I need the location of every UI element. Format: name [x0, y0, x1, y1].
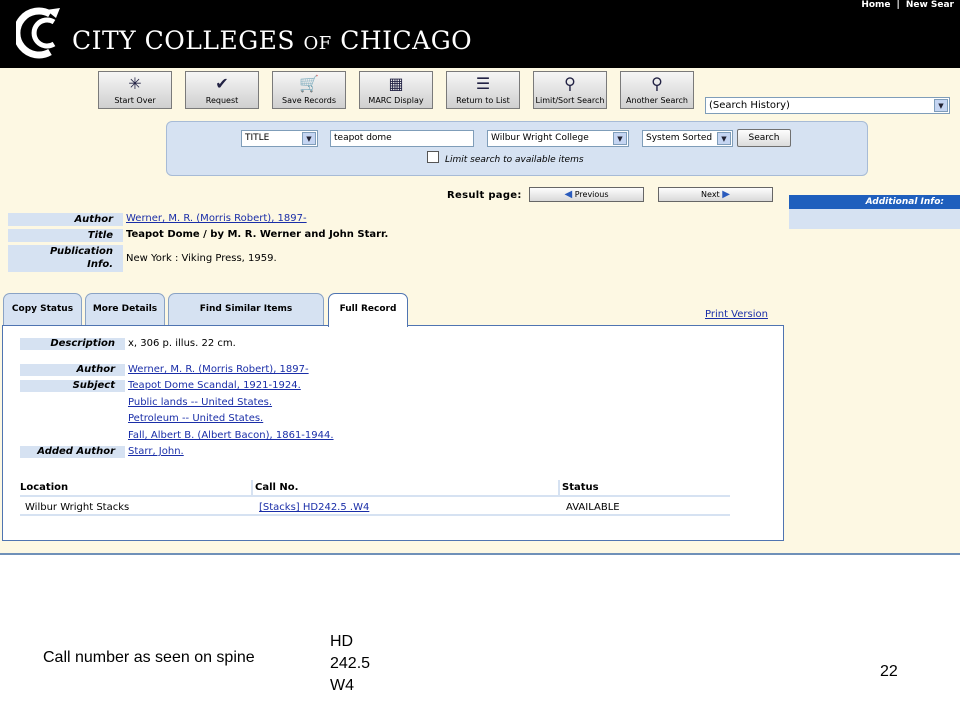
next-button[interactable]: Next ▶: [658, 187, 773, 202]
subject-link[interactable]: Teapot Dome Scandal, 1921-1924.: [128, 380, 301, 392]
spine-line: 242.5: [330, 655, 371, 672]
site-logo-text: CITY COLLEGES OF CHICAGO: [72, 26, 472, 55]
marc-icon: ▦: [388, 74, 404, 93]
added-author-link[interactable]: Starr, John.: [128, 446, 184, 458]
spine-line: HD: [330, 633, 354, 650]
next-label: Next: [701, 190, 720, 199]
return-list-icon: ☰: [475, 74, 491, 93]
logo-main: CITY COLLEGES: [72, 26, 296, 55]
limit-available-checkbox[interactable]: [427, 151, 439, 163]
search-query: teapot dome: [334, 133, 392, 143]
top-link-separator: |: [896, 0, 900, 10]
start-over-label: Start Over: [114, 96, 156, 105]
search-type-select[interactable]: TITLE ▼: [241, 130, 318, 147]
bib-title-value: Teapot Dome / by M. R. Werner and John S…: [126, 229, 389, 240]
print-version-link[interactable]: Print Version: [705, 309, 768, 320]
tab-full-record[interactable]: Full Record: [328, 293, 408, 327]
chevron-down-icon: ▼: [934, 99, 948, 112]
arrow-left-icon: ◀: [564, 189, 573, 200]
search-history-select[interactable]: (Search History) ▼: [705, 97, 950, 114]
description-value: x, 306 p. illus. 22 cm.: [128, 338, 236, 349]
site-header: CITY COLLEGES OF CHICAGO Home | New Sear: [0, 0, 960, 68]
holdings-header-call-no: Call No.: [255, 482, 299, 493]
bib-publication-value: New York : Viking Press, 1959.: [126, 253, 277, 264]
chevron-down-icon: ▼: [302, 132, 316, 145]
cart-icon: 🛒: [299, 74, 319, 93]
limit-sort-button[interactable]: ⚲ Limit/Sort Search: [533, 71, 607, 109]
spine-call-number: HD 242.5 W4: [330, 631, 370, 697]
marc-display-button[interactable]: ▦ MARC Display: [359, 71, 433, 109]
holdings-header-location: Location: [20, 482, 69, 493]
save-records-button[interactable]: 🛒 Save Records: [272, 71, 346, 109]
bib-publication-label-line1: Publication: [50, 246, 113, 257]
request-button[interactable]: ✔ Request: [185, 71, 259, 109]
limit-available-label: Limit search to available items: [445, 155, 584, 165]
tab-more-details[interactable]: More Details: [85, 293, 165, 326]
location-value: Wilbur Wright College: [491, 133, 589, 143]
chevron-down-icon: ▼: [613, 132, 627, 145]
return-to-list-label: Return to List: [456, 96, 510, 105]
start-over-button[interactable]: ✳ Start Over: [98, 71, 172, 109]
holding-status: AVAILABLE: [566, 502, 620, 513]
slide-page-number: 22: [880, 663, 898, 680]
request-icon: ✔: [215, 74, 229, 93]
holding-location: Wilbur Wright Stacks: [25, 502, 130, 513]
additional-info-body: [789, 209, 960, 229]
chevron-down-icon: ▼: [717, 132, 731, 145]
start-over-icon: ✳: [128, 74, 142, 93]
limit-sort-icon: ⚲: [564, 74, 576, 93]
description-label: Description: [20, 338, 125, 350]
added-author-label: Added Author: [20, 446, 125, 458]
previous-button[interactable]: ◀ Previous: [529, 187, 644, 202]
bib-publication-label-line2: Info.: [87, 259, 113, 270]
city-colleges-logo-icon: [16, 7, 60, 59]
sort-select[interactable]: System Sorted ▼: [642, 130, 733, 147]
holding-call-number-link[interactable]: [Stacks] HD242.5 .W4: [259, 502, 369, 513]
top-links: Home | New Sear: [861, 0, 960, 10]
column-divider: [558, 480, 560, 496]
column-divider: [251, 480, 253, 496]
another-search-button[interactable]: ⚲ Another Search: [620, 71, 694, 109]
result-page-label: Result page:: [447, 190, 522, 201]
bib-author-link[interactable]: Werner, M. R. (Morris Robert), 1897-: [126, 213, 307, 224]
logo-city: CHICAGO: [340, 26, 473, 55]
another-search-label: Another Search: [626, 96, 688, 105]
search-input[interactable]: teapot dome: [330, 130, 474, 147]
search-button[interactable]: Search: [737, 129, 791, 147]
home-link[interactable]: Home: [861, 0, 890, 10]
subject-link[interactable]: Public lands -- United States.: [128, 397, 272, 409]
new-search-link[interactable]: New Sear: [906, 0, 954, 10]
arrow-right-icon: ▶: [722, 189, 730, 200]
bib-publication-label: Publication Info.: [8, 245, 123, 272]
additional-info-header: Additional Info:: [789, 195, 960, 209]
search-history-value: (Search History): [709, 100, 790, 111]
return-to-list-button[interactable]: ☰ Return to List: [446, 71, 520, 109]
bib-author-label: Author: [8, 213, 123, 226]
search-type-value: TITLE: [245, 133, 270, 143]
request-label: Request: [205, 96, 239, 105]
location-select[interactable]: Wilbur Wright College ▼: [487, 130, 629, 147]
magnifier-icon: ⚲: [651, 74, 663, 93]
slide-caption: Call number as seen on spine: [43, 649, 255, 666]
bib-title-label: Title: [8, 229, 123, 242]
holdings-header-status: Status: [562, 482, 599, 493]
record-author-link[interactable]: Werner, M. R. (Morris Robert), 1897-: [128, 364, 309, 376]
spine-line: W4: [330, 677, 354, 694]
sort-value: System Sorted: [646, 133, 713, 143]
save-records-label: Save Records: [282, 96, 336, 105]
subject-link[interactable]: Fall, Albert B. (Albert Bacon), 1861-194…: [128, 430, 334, 442]
tab-copy-status[interactable]: Copy Status: [3, 293, 82, 326]
limit-sort-label: Limit/Sort Search: [535, 96, 605, 105]
marc-display-label: MARC Display: [368, 96, 424, 105]
subject-link[interactable]: Petroleum -- United States.: [128, 413, 263, 425]
tab-find-similar-items[interactable]: Find Similar Items: [168, 293, 324, 326]
previous-label: Previous: [574, 190, 609, 199]
logo-of: OF: [303, 33, 332, 54]
record-author-label: Author: [20, 364, 125, 376]
subject-label: Subject: [20, 380, 125, 392]
